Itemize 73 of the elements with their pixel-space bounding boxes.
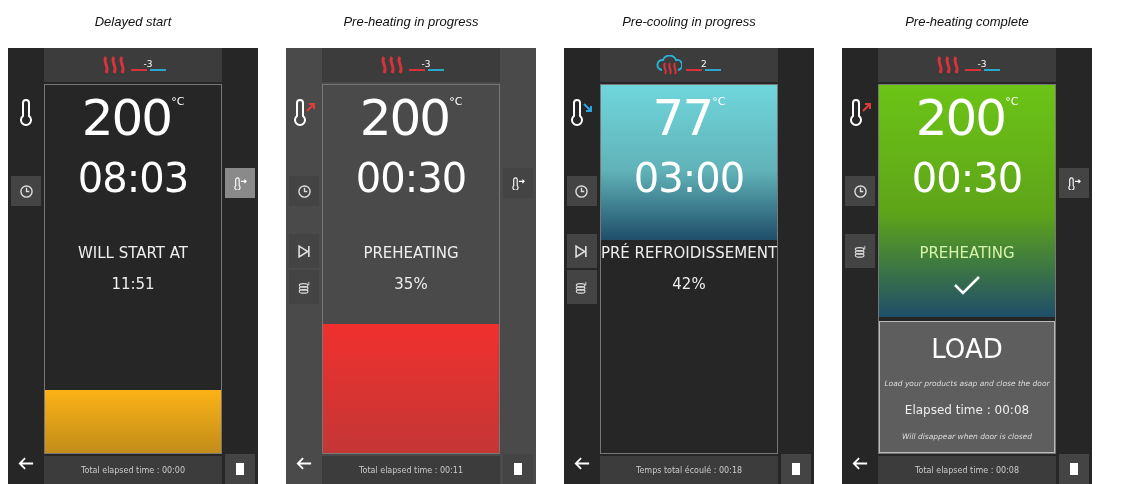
temperature-unit: °C bbox=[1005, 95, 1019, 108]
timer-button[interactable] bbox=[289, 176, 319, 206]
temperature-value: 200 bbox=[915, 89, 1006, 147]
door-button[interactable] bbox=[503, 454, 533, 484]
temperature-value: 200 bbox=[359, 89, 450, 147]
thermometer-arrow-button[interactable] bbox=[503, 168, 533, 198]
skip-button[interactable] bbox=[289, 234, 319, 268]
door-button[interactable] bbox=[225, 454, 255, 484]
thermometer-arrow-icon bbox=[511, 176, 525, 190]
total-elapsed-time: Temps total écoulé : 00:18 bbox=[599, 456, 779, 484]
status-detail: 11:51 bbox=[111, 275, 155, 293]
thermometer-arrow-icon bbox=[233, 176, 247, 190]
status-detail: 42% bbox=[672, 275, 706, 293]
total-elapsed-time: Total elapsed time : 00:11 bbox=[322, 456, 500, 484]
skip-button[interactable] bbox=[566, 234, 597, 268]
clock-icon bbox=[853, 184, 867, 198]
timer-value: 00:30 bbox=[355, 154, 467, 203]
door-button[interactable] bbox=[1059, 454, 1089, 484]
offset-value: -3 bbox=[143, 59, 153, 69]
load-title: LOAD bbox=[931, 333, 1003, 364]
back-arrow-icon[interactable] bbox=[573, 457, 590, 470]
panel-caption: Pre-heating complete bbox=[904, 13, 1030, 31]
back-arrow-icon[interactable] bbox=[18, 457, 34, 470]
total-elapsed-time: Total elapsed time : 00:00 bbox=[44, 456, 222, 484]
temperature-value: 200 bbox=[81, 89, 172, 147]
panel-caption: Delayed start bbox=[93, 13, 173, 31]
timer-button[interactable] bbox=[11, 176, 41, 206]
timer-value: 08:03 bbox=[77, 154, 189, 203]
check-icon bbox=[953, 275, 981, 295]
status-detail: 35% bbox=[394, 275, 428, 293]
offset-gauge-lines bbox=[130, 69, 166, 71]
stack-icon bbox=[297, 280, 311, 294]
offset-value: 2 bbox=[701, 59, 707, 69]
offset-gauge-lines bbox=[408, 69, 444, 71]
temperature-unit: °C bbox=[171, 95, 185, 108]
skip-icon bbox=[297, 244, 311, 258]
stack-button[interactable] bbox=[289, 270, 319, 304]
temperature-value: 77 bbox=[652, 89, 713, 147]
stack-button[interactable] bbox=[845, 234, 875, 268]
back-arrow-icon[interactable] bbox=[296, 457, 312, 470]
thermometer-arrow-icon bbox=[1067, 176, 1081, 190]
skip-icon bbox=[575, 244, 589, 258]
offset-gauge-lines bbox=[964, 69, 1000, 71]
stack-button[interactable] bbox=[566, 270, 597, 304]
offset-value: -3 bbox=[977, 59, 987, 69]
clock-icon bbox=[297, 184, 311, 198]
door-button[interactable] bbox=[781, 454, 812, 484]
status-text: PRÉ REFROIDISSEMENT bbox=[600, 243, 778, 263]
temperature-unit: °C bbox=[449, 95, 463, 108]
thermometer-arrow-button[interactable] bbox=[1059, 168, 1089, 198]
clock-icon bbox=[19, 184, 33, 198]
door-icon bbox=[514, 463, 522, 475]
status-text: PREHEATING bbox=[919, 243, 1015, 263]
status-text: PREHEATING bbox=[363, 243, 459, 263]
total-elapsed-time: Total elapsed time : 00:08 bbox=[878, 456, 1056, 484]
offset-gauge-lines bbox=[686, 69, 722, 71]
status-text: WILL START AT bbox=[77, 243, 188, 263]
offset-value: -3 bbox=[421, 59, 431, 69]
stack-icon bbox=[853, 244, 867, 258]
door-icon bbox=[236, 463, 244, 475]
clock-icon bbox=[575, 184, 589, 198]
stack-icon bbox=[575, 280, 589, 294]
elapsed-time: Elapsed time : 00:08 bbox=[904, 402, 1030, 417]
door-icon bbox=[1070, 463, 1078, 475]
timer-button[interactable] bbox=[566, 176, 597, 206]
panel-caption: Pre-cooling in progress bbox=[621, 13, 757, 31]
back-arrow-icon[interactable] bbox=[852, 457, 868, 470]
temperature-unit: °C bbox=[712, 95, 726, 108]
panel-caption: Pre-heating in progress bbox=[342, 13, 480, 31]
timer-button[interactable] bbox=[845, 176, 875, 206]
timer-value: 00:30 bbox=[911, 154, 1023, 203]
door-icon bbox=[792, 463, 801, 475]
timer-value: 03:00 bbox=[633, 154, 745, 203]
